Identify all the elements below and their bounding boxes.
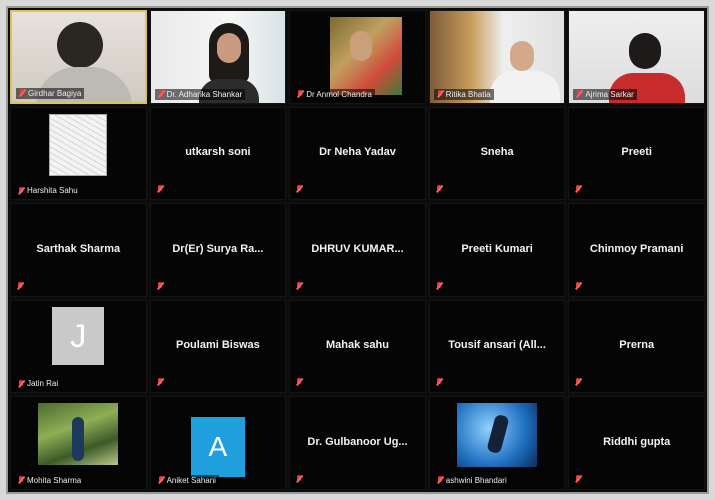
muted-mic-icon — [19, 89, 25, 97]
muted-mic-icon — [158, 90, 164, 98]
muted-mic-icon — [296, 378, 302, 386]
profile-picture: J — [52, 306, 105, 365]
muted-mic-icon — [157, 185, 163, 193]
muted-mic-icon — [575, 281, 581, 290]
participant-name-center: Preeti — [621, 146, 652, 159]
participant-name: Dr Anmol Chandra — [306, 89, 372, 99]
participant-tile[interactable]: Sneha — [428, 106, 566, 201]
participant-tile[interactable]: DHRUV KUMAR... — [289, 203, 426, 297]
participant-name-label: Girdhar Bagiya — [16, 87, 85, 99]
participant-name-center: Dr(Er) Surya Ra... — [172, 242, 264, 255]
muted-mic-icon — [157, 378, 163, 386]
participant-tile[interactable]: Preeti — [568, 106, 705, 201]
muted-mic-icon — [17, 281, 23, 290]
participant-name: Harshita Sahu — [27, 186, 78, 196]
profile-picture — [38, 403, 119, 466]
participant-tile[interactable]: Harshita Sahu — [10, 106, 147, 201]
participant-tile[interactable]: Dr(Er) Surya Ra... — [149, 203, 287, 297]
participant-name-label: Mohita Sharma — [15, 474, 85, 486]
muted-mic-icon — [575, 474, 581, 483]
muted-mic-icon — [575, 378, 581, 386]
muted-mic-icon — [296, 474, 302, 483]
participant-name-center: utkarsh soni — [185, 146, 251, 159]
muted-mic-icon — [436, 281, 442, 290]
participant-tile[interactable]: Mahak sahu — [289, 299, 426, 394]
muted-mic-icon — [437, 476, 443, 484]
participant-name: ashwini Bhandari — [445, 475, 507, 485]
participant-name-label: Aniket Sahani — [154, 474, 219, 486]
participant-name-center: Tousif ansari (All... — [448, 339, 546, 352]
participant-name-label: Ritika Bhatia — [433, 88, 494, 100]
muted-mic-icon — [18, 476, 24, 484]
profile-picture: A — [190, 417, 245, 478]
participant-name-label: ashwini Bhandari — [433, 474, 510, 486]
participant-tile[interactable]: Ajrima Sarkar — [568, 10, 705, 104]
participant-name-center: Preeti Kumari — [461, 242, 533, 255]
profile-picture — [49, 113, 108, 176]
participant-name: Ajrima Sarkar — [585, 89, 634, 99]
participant-name-center: Sarthak Sharma — [36, 242, 121, 255]
participant-name-label: Dr. Adharika Shankar — [154, 88, 246, 100]
participant-tile[interactable]: Preeti Kumari — [428, 203, 566, 297]
participant-name-label: Harshita Sahu — [15, 185, 81, 197]
participant-name: Ritika Bhatia — [445, 89, 491, 99]
participant-tile[interactable]: A Aniket Sahani — [149, 396, 287, 490]
meeting-window: Girdhar Bagiya Dr. Adharika Shankar Dr Anm… — [6, 6, 709, 494]
participant-tile[interactable]: Prerna — [568, 299, 705, 394]
participant-tile[interactable]: Chinmoy Pramani — [568, 203, 705, 297]
participant-tile[interactable]: Sarthak Sharma — [10, 203, 147, 297]
participant-name-center: Mahak sahu — [326, 339, 389, 352]
muted-mic-icon — [296, 281, 302, 290]
muted-mic-icon — [157, 281, 163, 290]
participant-tile[interactable]: Poulami Biswas — [149, 299, 287, 394]
participant-name-center: Chinmoy Pramani — [589, 242, 684, 255]
participant-tile[interactable]: Dr. Adharika Shankar — [149, 10, 287, 104]
muted-mic-icon — [158, 476, 164, 484]
participant-name-label: Jatin Rai — [15, 378, 62, 390]
participant-tile[interactable]: Dr Anmol Chandra — [289, 10, 426, 104]
participant-tile[interactable]: Ritika Bhatia — [428, 10, 566, 104]
muted-mic-icon — [436, 185, 442, 193]
participant-name: Dr. Adharika Shankar — [166, 89, 243, 99]
participant-name-center: Sneha — [480, 146, 514, 159]
muted-mic-icon — [296, 185, 302, 193]
participant-name-center: Dr. Gulbanoor Ug... — [307, 435, 408, 448]
participant-name: Jatin Rai — [27, 379, 59, 389]
participant-name: Girdhar Bagiya — [28, 88, 82, 98]
muted-mic-icon — [437, 90, 443, 98]
participant-tile[interactable]: Mohita Sharma — [10, 396, 147, 490]
participant-name-label: Ajrima Sarkar — [573, 88, 637, 100]
participant-tile[interactable]: J Jatin Rai — [10, 299, 147, 394]
muted-mic-icon — [297, 90, 303, 98]
participant-tile[interactable]: Dr. Gulbanoor Ug... — [289, 396, 426, 490]
participant-tile[interactable]: ashwini Bhandari — [428, 396, 566, 490]
participant-tile[interactable]: Dr Neha Yadav — [289, 106, 426, 201]
participant-tile[interactable]: Riddhi gupta — [568, 396, 705, 490]
participant-name: Aniket Sahani — [166, 475, 216, 485]
participant-name-center: Poulami Biswas — [176, 339, 260, 352]
muted-mic-icon — [575, 185, 581, 193]
muted-mic-icon — [18, 186, 24, 195]
muted-mic-icon — [576, 90, 582, 98]
participant-name-center: Dr Neha Yadav — [319, 146, 396, 159]
participant-tile[interactable]: Girdhar Bagiya — [10, 10, 147, 104]
participant-gallery: Girdhar Bagiya Dr. Adharika Shankar Dr Anm… — [10, 10, 705, 490]
muted-mic-icon — [18, 379, 24, 388]
participant-name-label: Dr Anmol Chandra — [294, 88, 375, 100]
muted-mic-icon — [436, 378, 442, 386]
profile-picture — [457, 403, 538, 468]
participant-name: Mohita Sharma — [27, 475, 82, 485]
participant-tile[interactable]: Tousif ansari (All... — [428, 299, 566, 394]
participant-name-center: DHRUV KUMAR... — [311, 242, 404, 255]
participant-tile[interactable]: utkarsh soni — [149, 106, 287, 201]
participant-name-center: Prerna — [619, 339, 655, 352]
participant-name-center: Riddhi gupta — [603, 435, 671, 448]
